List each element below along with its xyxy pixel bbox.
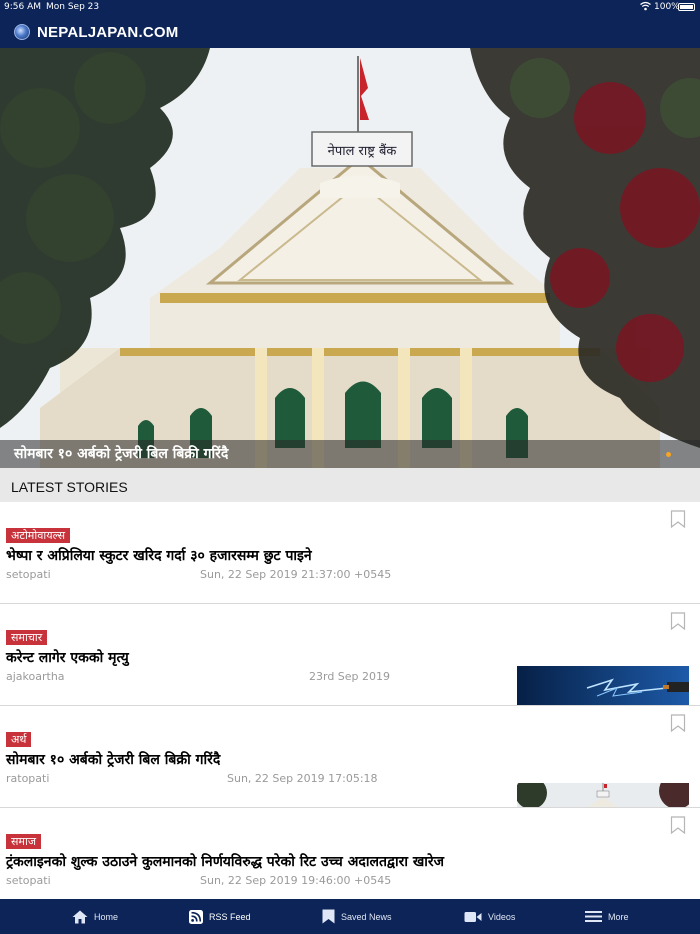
news-thumbnail[interactable] xyxy=(517,666,689,706)
news-source: setopati xyxy=(6,568,51,581)
news-item[interactable]: समाचार करेन्ट लागेर एकको मृत्यु ajakoart… xyxy=(0,604,700,706)
bookmark-icon[interactable] xyxy=(670,612,686,630)
category-tag: अटोमोवायल्स xyxy=(6,528,71,543)
news-item[interactable]: समाज ट्रंकलाइनको शुल्क उठाउने कुलमानको न… xyxy=(0,808,700,899)
home-icon xyxy=(72,910,88,923)
bookmark-icon[interactable] xyxy=(670,816,686,834)
tab-saved-news[interactable]: Saved News xyxy=(322,899,392,934)
bookmark-icon[interactable] xyxy=(670,714,686,732)
bookmark-icon[interactable] xyxy=(670,510,686,528)
tab-rss-feed[interactable]: RSS Feed xyxy=(189,899,251,934)
news-item[interactable]: अर्थ सोमबार १० अर्बको ट्रेजरी बिल बिक्री… xyxy=(0,706,700,808)
news-thumbnail[interactable] xyxy=(517,783,689,808)
tab-label: Videos xyxy=(488,911,516,922)
menu-icon xyxy=(585,911,602,922)
status-bar: 9:56 AM Mon Sep 23 100% xyxy=(0,0,700,14)
news-headline[interactable]: सोमबार १० अर्बको ट्रेजरी बिल बिक्री गरिं… xyxy=(6,750,220,769)
hero-image: नेपाल राष्ट्र बैंक xyxy=(0,48,700,468)
news-date: 23rd Sep 2019 xyxy=(309,670,391,683)
category-tag: समाज xyxy=(6,834,42,849)
news-date: Sun, 22 Sep 2019 17:05:18 xyxy=(227,772,378,785)
battery-percent: 100% xyxy=(654,2,680,12)
tab-more[interactable]: More xyxy=(585,899,629,934)
wifi-icon xyxy=(640,1,651,11)
news-item[interactable]: अटोमोवायल्स भेष्पा र अप्रिलिया स्कुटर खर… xyxy=(0,502,700,604)
bookmark-icon xyxy=(322,909,335,924)
category-tag: अर्थ xyxy=(6,732,32,747)
news-source: ratopati xyxy=(6,772,50,785)
section-title: LATEST STORIES xyxy=(11,479,128,495)
site-brand[interactable]: NEPALJAPAN.COM xyxy=(14,22,178,42)
rss-icon xyxy=(189,909,203,924)
status-time: 9:56 AM xyxy=(4,2,41,12)
tab-label: Saved News xyxy=(341,911,392,922)
site-name: NEPALJAPAN.COM xyxy=(37,23,179,41)
video-camera-icon xyxy=(464,911,482,922)
status-date: Mon Sep 23 xyxy=(46,2,100,12)
globe-logo-icon xyxy=(14,24,30,40)
carousel-indicator[interactable] xyxy=(666,452,671,457)
hero-banner[interactable]: नेपाल राष्ट्र बैंक xyxy=(0,48,700,468)
news-headline[interactable]: करेन्ट लागेर एकको मृत्यु xyxy=(6,648,129,667)
news-date: Sun, 22 Sep 2019 21:37:00 +0545 xyxy=(200,568,392,581)
tab-label: RSS Feed xyxy=(209,911,251,922)
hero-sign-text: नेपाल राष्ट्र बैंक xyxy=(328,143,398,159)
tab-label: More xyxy=(608,911,629,922)
news-source: ajakoartha xyxy=(6,670,65,683)
news-headline[interactable]: भेष्पा र अप्रिलिया स्कुटर खरिद गर्दा ३० … xyxy=(6,546,312,565)
news-headline[interactable]: ट्रंकलाइनको शुल्क उठाउने कुलमानको निर्णय… xyxy=(6,852,444,871)
category-tag: समाचार xyxy=(6,630,48,645)
battery-icon xyxy=(678,3,695,11)
tab-label: Home xyxy=(94,911,119,922)
tab-home[interactable]: Home xyxy=(72,899,118,934)
news-date: Sun, 22 Sep 2019 19:46:00 +0545 xyxy=(200,874,392,887)
hero-caption[interactable]: सोमबार १० अर्बको ट्रेजरी बिल बिक्री गरिं… xyxy=(14,444,228,463)
tab-videos[interactable]: Videos xyxy=(464,899,515,934)
news-source: setopati xyxy=(6,874,51,887)
